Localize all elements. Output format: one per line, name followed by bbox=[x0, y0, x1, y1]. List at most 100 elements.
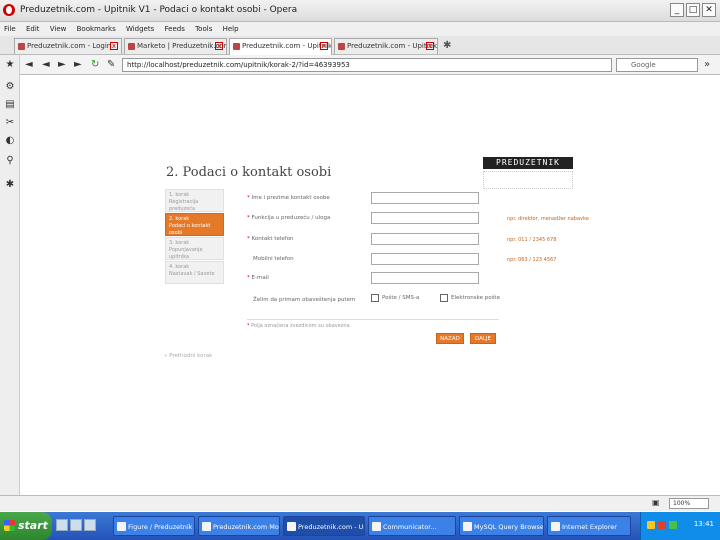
tab-close-icon[interactable]: x bbox=[110, 42, 118, 50]
form-row-role: * Funkcija u preduzeću / uloga npr. dire… bbox=[247, 212, 707, 226]
menu-file[interactable]: File bbox=[0, 22, 20, 36]
logo-area bbox=[483, 171, 573, 189]
step-title: 2. korak bbox=[169, 216, 190, 222]
form-divider bbox=[247, 319, 499, 320]
previous-step-link[interactable]: « Prethodni korak bbox=[164, 353, 212, 359]
field-label: Kontakt telefon bbox=[251, 236, 294, 242]
tab-label: Preduzetnik.com - Login bbox=[27, 42, 112, 50]
forward-arrow-icon[interactable]: ► bbox=[58, 59, 66, 70]
field-hint: npr. direktor, menadžer nabavke bbox=[507, 216, 589, 222]
form-row-email: * E-mail bbox=[247, 272, 707, 286]
add-panel-icon[interactable]: ✱ bbox=[4, 179, 16, 191]
browser-icon[interactable] bbox=[70, 519, 82, 531]
tab-bar: Preduzetnik.com - Login x Marketo | Pred… bbox=[0, 36, 720, 55]
system-tray: 13:41 bbox=[640, 512, 720, 540]
view-icon[interactable]: ▣ bbox=[652, 498, 660, 507]
menu-view[interactable]: View bbox=[46, 22, 71, 36]
link-icon[interactable]: ⚲ bbox=[4, 155, 16, 167]
tab-close-icon[interactable]: x bbox=[320, 42, 328, 50]
mobile-input[interactable] bbox=[371, 253, 479, 265]
browser-tab[interactable]: Marketo | Preduzetnik.com x bbox=[124, 38, 227, 54]
menu-bar: File Edit View Bookmarks Widgets Feeds T… bbox=[0, 22, 720, 36]
site-logo: PREDUZETNIK bbox=[483, 157, 573, 169]
page-title: 2. Podaci o kontakt osobi bbox=[166, 165, 332, 180]
windows-taskbar: start Figure / Preduzetnik Preduzetnik.c… bbox=[0, 512, 720, 540]
step-4[interactable]: 4. korak Nastavak / Savete bbox=[165, 261, 224, 284]
email-input[interactable] bbox=[371, 272, 479, 284]
next-button[interactable]: DALJE bbox=[470, 333, 496, 344]
new-tab-icon[interactable]: ✱ bbox=[443, 40, 451, 51]
start-button[interactable]: start bbox=[0, 512, 52, 540]
tab-close-icon[interactable]: x bbox=[426, 42, 434, 50]
menu-help[interactable]: Help bbox=[219, 22, 243, 36]
maximize-button[interactable]: □ bbox=[686, 3, 700, 17]
form-row-name: * Ime i prezime kontakt osobe bbox=[247, 192, 707, 206]
contact-pref-label: Želim da primam obaveštenja putem bbox=[253, 297, 356, 303]
taskbar-task-active[interactable]: Preduzetnik.com - Up... bbox=[283, 516, 365, 536]
close-window-button[interactable]: ✕ bbox=[702, 3, 716, 17]
tools-icon[interactable]: ✂ bbox=[4, 117, 16, 129]
tray-icon[interactable] bbox=[658, 521, 666, 529]
taskbar-task[interactable]: Figure / Preduzetnik bbox=[113, 516, 195, 536]
taskbar-task[interactable]: Preduzetnik.com Mock... bbox=[198, 516, 280, 536]
field-hint: npr. 063 / 123 4567 bbox=[507, 257, 557, 263]
name-input[interactable] bbox=[371, 192, 479, 204]
tab-label: Preduzetnik.com - Upitnik bbox=[242, 42, 332, 50]
menu-tools[interactable]: Tools bbox=[191, 22, 216, 36]
post-sms-label: Pošte / SMS-a bbox=[382, 295, 420, 301]
page-favicon-icon bbox=[18, 43, 25, 50]
taskbar-task[interactable]: Communicator... bbox=[368, 516, 456, 536]
back-arrow-icon[interactable]: ◄ bbox=[42, 59, 50, 70]
notes-icon[interactable]: ▤ bbox=[4, 99, 16, 111]
tray-icon[interactable] bbox=[647, 521, 655, 529]
bookmarks-star-icon[interactable]: ★ bbox=[4, 59, 16, 71]
back-button[interactable]: NAZAD bbox=[436, 333, 464, 344]
edit-pencil-icon[interactable]: ✎ bbox=[107, 59, 115, 70]
reload-icon[interactable]: ↻ bbox=[91, 59, 99, 70]
step-subtitle: Podaci o kontakt osobi bbox=[169, 223, 211, 236]
settings-gear-icon[interactable]: ⚙ bbox=[4, 81, 16, 93]
menu-edit[interactable]: Edit bbox=[22, 22, 44, 36]
clock: 13:41 bbox=[693, 520, 714, 528]
show-desktop-icon[interactable] bbox=[56, 519, 68, 531]
step-subtitle: Registracija preduzeća bbox=[169, 199, 199, 212]
taskbar-task[interactable]: MySQL Query Browser bbox=[459, 516, 544, 536]
step-2[interactable]: 2. korak Podaci o kontakt osobi bbox=[165, 213, 224, 236]
browser-tab-active[interactable]: Preduzetnik.com - Upitnik x bbox=[229, 38, 332, 55]
post-sms-checkbox[interactable] bbox=[371, 294, 379, 302]
step-subtitle: Popunjavanje upitnika bbox=[169, 247, 203, 260]
required-note: * Polja označena zvezdicom su obavezna bbox=[247, 323, 350, 329]
page-favicon-icon bbox=[338, 43, 345, 50]
page-favicon-icon bbox=[128, 43, 135, 50]
menu-widgets[interactable]: Widgets bbox=[122, 22, 158, 36]
email-checkbox[interactable] bbox=[440, 294, 448, 302]
history-icon[interactable]: ◐ bbox=[4, 135, 16, 147]
email-checkbox-label: Elektronske pošte bbox=[451, 295, 500, 301]
url-input[interactable]: http://localhost/preduzetnik.com/upitnik… bbox=[122, 58, 612, 72]
tab-label: Marketo | Preduzetnik.com bbox=[137, 42, 227, 50]
required-note-text: Polja označena zvezdicom su obavezna bbox=[251, 323, 350, 329]
step-3[interactable]: 3. korak Popunjavanje upitnika bbox=[165, 237, 224, 260]
minimize-button[interactable]: _ bbox=[670, 3, 684, 17]
menu-feeds[interactable]: Feeds bbox=[161, 22, 189, 36]
phone-input[interactable] bbox=[371, 233, 479, 245]
taskbar-task[interactable]: Internet Explorer bbox=[547, 516, 631, 536]
zoom-select[interactable]: 100% bbox=[669, 498, 709, 509]
role-input[interactable] bbox=[371, 212, 479, 224]
forward-arrow-icon[interactable]: ► bbox=[74, 59, 82, 70]
back-arrow-icon[interactable]: ◄ bbox=[25, 59, 33, 70]
toolbar-menu-icon[interactable]: » bbox=[704, 59, 710, 70]
field-label: Mobilni telefon bbox=[253, 256, 294, 262]
tray-icon[interactable] bbox=[669, 521, 677, 529]
browser-tab[interactable]: Preduzetnik.com - Upitnik x bbox=[334, 38, 438, 54]
field-label: Funkcija u preduzeću / uloga bbox=[251, 215, 331, 221]
browser-tab[interactable]: Preduzetnik.com - Login x bbox=[14, 38, 122, 54]
menu-bookmarks[interactable]: Bookmarks bbox=[73, 22, 120, 36]
media-icon[interactable] bbox=[84, 519, 96, 531]
search-input[interactable]: Google bbox=[616, 58, 698, 72]
tab-close-icon[interactable]: x bbox=[215, 42, 223, 50]
step-subtitle: Nastavak / Savete bbox=[169, 271, 215, 277]
step-1[interactable]: 1. korak Registracija preduzeća bbox=[165, 189, 224, 212]
navigation-bar: ◄ ◄ ► ► ↻ ✎ http://localhost/preduzetnik… bbox=[0, 55, 720, 75]
status-bar: ▣ 100% bbox=[0, 495, 720, 511]
